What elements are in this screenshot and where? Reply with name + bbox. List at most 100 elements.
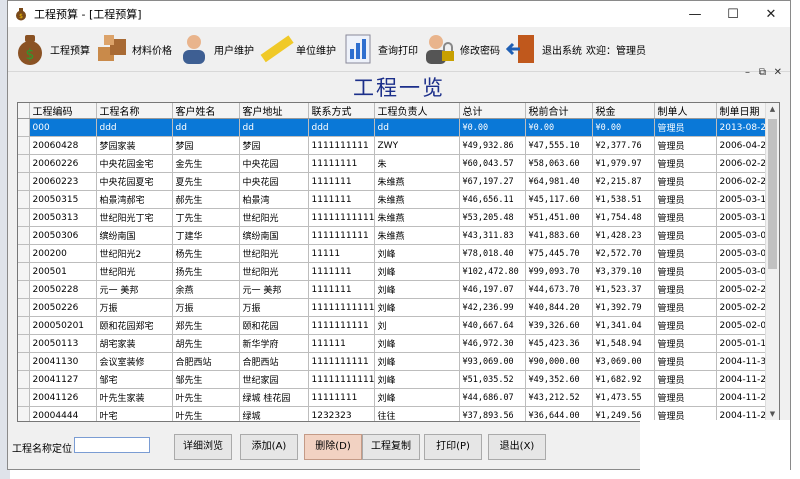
row-indicator[interactable] (18, 280, 30, 299)
table-cell: 200050201 (29, 316, 97, 335)
row-indicator[interactable] (18, 298, 30, 317)
table-cell: ¥45,117.60 (525, 190, 593, 209)
row-indicator[interactable] (18, 262, 30, 281)
column-header[interactable]: 总计 (459, 103, 526, 119)
exit-door-icon (505, 35, 534, 63)
table-row[interactable]: 20041126 叶先生家装 叶先生 绿城 桂花园 11111111 刘峰 ¥44,686.… (18, 388, 779, 407)
toolbar-query-print-button[interactable]: 查询打印 (340, 29, 418, 69)
table-row[interactable]: 20050226 万振 万振 万振 11111111111 刘峰 ¥42,236.99 ¥40… (18, 298, 779, 317)
row-indicator[interactable] (18, 136, 30, 155)
scroll-up-icon[interactable]: ▲ (766, 103, 779, 116)
mdi-minimize-button[interactable]: – (745, 67, 750, 78)
print-button[interactable]: 打印(P) (424, 434, 482, 460)
table-cell: ¥46,197.07 (459, 280, 526, 299)
table-cell: 20060223 (29, 172, 97, 191)
row-indicator[interactable] (18, 154, 30, 173)
table-cell: 管理员 (654, 388, 717, 407)
window-title: 工程预算 - [工程预算] (34, 8, 142, 21)
project-grid[interactable]: 工程编码 工程名称 客户姓名 客户地址 联系方式 工程负责人 总计 税前合计 税金 制单人 制单日期… (17, 102, 780, 422)
table-cell: ¥39,326.60 (525, 316, 593, 335)
vertical-scrollbar[interactable]: ▲ ▼ (765, 103, 779, 421)
table-cell: 世纪阳光 (239, 262, 309, 281)
row-indicator[interactable] (18, 118, 30, 137)
close-button[interactable]: ✕ (752, 1, 790, 27)
column-header[interactable]: 客户姓名 (172, 103, 240, 119)
minimize-button[interactable]: — (676, 1, 714, 27)
scroll-thumb[interactable] (768, 119, 777, 269)
table-cell: ¥90,000.00 (525, 352, 593, 371)
toolbar-user-maintenance-button[interactable]: 用户维护 (176, 29, 254, 69)
table-row[interactable]: 20060428 梦园家装 梦园 梦园 1111111111 ZWY ¥49,932.86 ¥… (18, 136, 779, 155)
table-cell: 颐和花园郑宅 (96, 316, 173, 335)
table-row[interactable]: 20050113 胡宅家装 胡先生 新华学府 111111 刘峰 ¥46,972.30 ¥45… (18, 334, 779, 353)
table-row[interactable]: 20060223 中央花园夏宅 夏先生 中央花园 1111111 朱维燕 ¥67,197.2… (18, 172, 779, 191)
detail-browse-button[interactable]: 详细浏览 (174, 434, 232, 460)
row-indicator[interactable] (18, 352, 30, 371)
table-cell: 管理员 (654, 280, 717, 299)
maximize-button[interactable]: ☐ (714, 1, 752, 27)
copy-project-button[interactable]: 工程复制 (362, 434, 420, 460)
table-cell: ddd (96, 118, 173, 137)
row-indicator[interactable] (18, 244, 30, 263)
table-cell: 111111111111 (308, 370, 375, 389)
table-row[interactable]: 200200 世纪阳光2 杨先生 世纪阳光 11111 刘峰 ¥78,018.40 ¥75,4… (18, 244, 779, 263)
row-indicator[interactable] (18, 190, 30, 209)
column-header[interactable]: 税前合计 (525, 103, 593, 119)
table-cell: 刘峰 (374, 244, 460, 263)
table-row[interactable]: 20041127 邹宅 邹先生 世纪家园 111111111111 刘峰 ¥51,035.5… (18, 370, 779, 389)
delete-button[interactable]: 删除(D) (304, 434, 362, 460)
toolbar-material-price-button[interactable]: 材料价格 (94, 29, 172, 69)
table-cell: 绿城 桂花园 (239, 388, 309, 407)
table-row[interactable]: 000 ddd dd dd ddd dd ¥0.00 ¥0.00 ¥0.00 管理员 2013-08… (18, 118, 779, 137)
column-header[interactable]: 工程名称 (96, 103, 173, 119)
table-cell: 朱维燕 (374, 208, 460, 227)
column-header[interactable]: 联系方式 (308, 103, 375, 119)
table-cell: 朱维燕 (374, 190, 460, 209)
table-cell: 世纪阳光 (96, 262, 173, 281)
table-cell: ¥41,883.60 (525, 226, 593, 245)
table-row[interactable]: 200050201 颐和花园郑宅 郑先生 颐和花园 1111111111 刘 ¥40,667… (18, 316, 779, 335)
column-header[interactable]: 工程负责人 (374, 103, 460, 119)
table-cell: 颐和花园 (239, 316, 309, 335)
table-cell: ¥1,428.23 (592, 226, 655, 245)
row-indicator[interactable] (18, 208, 30, 227)
table-cell: 1111111111 (308, 316, 375, 335)
svg-text:$: $ (19, 13, 23, 20)
table-cell: 梦园 (172, 136, 240, 155)
table-cell: ¥2,215.87 (592, 172, 655, 191)
toolbar-budget-button[interactable]: $ 工程预算 (12, 29, 90, 69)
table-cell: 世纪阳光丁宅 (96, 208, 173, 227)
row-indicator[interactable] (18, 388, 30, 407)
column-header[interactable]: 税金 (592, 103, 655, 119)
row-indicator[interactable] (18, 334, 30, 353)
table-cell: 111111 (308, 334, 375, 353)
row-indicator[interactable] (18, 172, 30, 191)
row-indicator[interactable] (18, 370, 30, 389)
table-row[interactable]: 20050228 元一 美邦 余燕 元一 美邦 1111111 刘峰 ¥46,197.07 ¥… (18, 280, 779, 299)
toolbar-change-password-button[interactable]: 修改密码 (422, 29, 500, 69)
add-button[interactable]: 添加(A) (240, 434, 298, 460)
row-indicator[interactable] (18, 226, 30, 245)
row-indicator[interactable] (18, 316, 30, 335)
row-indicator[interactable] (18, 406, 30, 421)
ruler-icon (260, 35, 294, 63)
mdi-close-button[interactable]: ✕ (774, 67, 782, 78)
table-cell: ¥99,093.70 (525, 262, 593, 281)
toolbar-unit-maintenance-button[interactable]: 单位维护 (258, 29, 336, 69)
locate-input[interactable] (74, 437, 150, 453)
table-row[interactable]: 20041130 会议室装修 合肥西站 合肥西站 1111111111 刘峰 ¥93,069… (18, 352, 779, 371)
exit-button[interactable]: 退出(X) (488, 434, 546, 460)
blank-area (640, 420, 790, 472)
table-row[interactable]: 20060226 中央花园金宅 金先生 中央花园 11111111 朱 ¥60,043.57… (18, 154, 779, 173)
column-header[interactable]: 制单人 (654, 103, 717, 119)
mdi-restore-button[interactable]: ⧉ (759, 67, 766, 78)
toolbar-exit-button[interactable]: 退出系统 (504, 29, 582, 69)
column-header[interactable]: 工程编码 (29, 103, 97, 119)
table-cell: 中央花园夏宅 (96, 172, 173, 191)
table-row[interactable]: 20050315 柏景湾郝宅 郝先生 柏景湾 1111111 朱维燕 ¥46,656.11 ¥… (18, 190, 779, 209)
table-row[interactable]: 200501 世纪阳光 扬先生 世纪阳光 1111111 刘峰 ¥102,472.80 ¥99… (18, 262, 779, 281)
table-row[interactable]: 20050306 缤纷南国 丁建华 缤纷南国 1111111111 朱维燕 ¥43,311.… (18, 226, 779, 245)
table-cell: 刘峰 (374, 298, 460, 317)
table-row[interactable]: 20050313 世纪阳光丁宅 丁先生 世纪阳光 11111111111 朱维燕 ¥53,2… (18, 208, 779, 227)
column-header[interactable]: 客户地址 (239, 103, 309, 119)
